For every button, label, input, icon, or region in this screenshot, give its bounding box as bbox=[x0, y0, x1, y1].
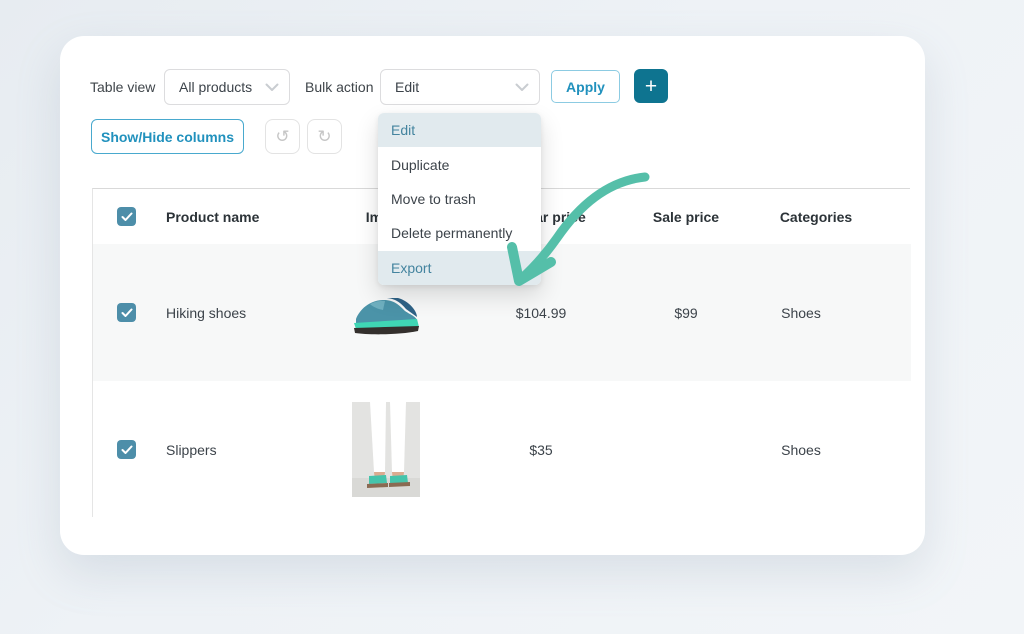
bulk-action-label: Bulk action bbox=[305, 79, 373, 95]
apply-button[interactable]: Apply bbox=[551, 70, 620, 103]
show-hide-columns-button[interactable]: Show/Hide columns bbox=[91, 119, 244, 154]
plus-icon: + bbox=[645, 76, 657, 97]
check-icon bbox=[121, 445, 133, 455]
cell-categories: Shoes bbox=[741, 305, 861, 321]
table-view-select[interactable]: All products bbox=[164, 69, 290, 105]
menu-item-edit[interactable]: Edit bbox=[378, 113, 541, 147]
redo-icon: ↻ bbox=[317, 127, 331, 147]
menu-item-export[interactable]: Export bbox=[378, 251, 541, 285]
header-sale-price[interactable]: Sale price bbox=[626, 209, 746, 225]
cell-product-name: Hiking shoes bbox=[166, 305, 246, 321]
cell-product-name: Slippers bbox=[166, 442, 217, 458]
cell-regular-price: $104.99 bbox=[481, 305, 601, 321]
table-view-select-value: All products bbox=[179, 79, 252, 95]
chevron-down-icon bbox=[515, 83, 529, 92]
menu-item-delete-permanently[interactable]: Delete permanently bbox=[378, 216, 541, 250]
undo-button[interactable]: ↺ bbox=[265, 119, 300, 154]
check-icon bbox=[121, 308, 133, 318]
menu-item-duplicate[interactable]: Duplicate bbox=[378, 147, 541, 181]
header-categories[interactable]: Categories bbox=[756, 209, 876, 225]
bulk-action-menu: Edit Duplicate Move to trash Delete perm… bbox=[378, 113, 541, 285]
cell-categories: Shoes bbox=[741, 442, 861, 458]
table-view-label: Table view bbox=[90, 79, 155, 95]
bulk-action-select-value: Edit bbox=[395, 79, 419, 95]
cell-regular-price: $35 bbox=[481, 442, 601, 458]
redo-button[interactable]: ↻ bbox=[307, 119, 342, 154]
product-table-card: Table view All products Bulk action Edit… bbox=[60, 36, 925, 555]
product-image-slippers bbox=[352, 402, 420, 497]
cell-sale-price: $99 bbox=[626, 305, 746, 321]
table-row: Slippers $35 Shoes bbox=[93, 381, 911, 518]
row-checkbox[interactable] bbox=[117, 440, 136, 459]
menu-item-move-to-trash[interactable]: Move to trash bbox=[378, 182, 541, 216]
product-image-hiking-shoe bbox=[350, 288, 422, 336]
bulk-action-select[interactable]: Edit bbox=[380, 69, 540, 105]
select-all-checkbox[interactable] bbox=[117, 207, 136, 226]
header-product-name[interactable]: Product name bbox=[166, 209, 259, 225]
add-product-button[interactable]: + bbox=[634, 69, 668, 103]
check-icon bbox=[121, 212, 133, 222]
chevron-down-icon bbox=[265, 83, 279, 92]
undo-icon: ↺ bbox=[275, 127, 289, 147]
row-checkbox[interactable] bbox=[117, 303, 136, 322]
